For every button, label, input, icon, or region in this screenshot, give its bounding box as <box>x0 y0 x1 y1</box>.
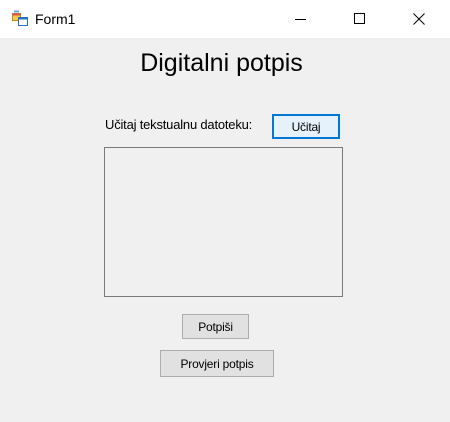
file-content-textbox[interactable] <box>104 147 343 297</box>
verify-signature-button[interactable]: Provjeri potpis <box>160 350 274 377</box>
sign-button[interactable]: Potpiši <box>182 314 249 339</box>
form-heading: Digitalni potpis <box>140 49 303 77</box>
close-button[interactable] <box>396 0 442 38</box>
maximize-button[interactable] <box>337 0 383 38</box>
window-title: Form1 <box>35 11 76 27</box>
load-button[interactable]: Učitaj <box>272 114 340 139</box>
minimize-icon <box>295 19 306 20</box>
app-form-icon <box>12 10 28 26</box>
title-bar[interactable]: Form1 <box>0 0 450 38</box>
maximize-icon <box>354 13 365 24</box>
main-window: Form1 Digitalni potpis Učitaj tekstualnu… <box>0 0 450 422</box>
minimize-button[interactable] <box>278 0 324 38</box>
load-file-label: Učitaj tekstualnu datoteku: <box>105 117 253 132</box>
close-icon <box>413 13 425 25</box>
